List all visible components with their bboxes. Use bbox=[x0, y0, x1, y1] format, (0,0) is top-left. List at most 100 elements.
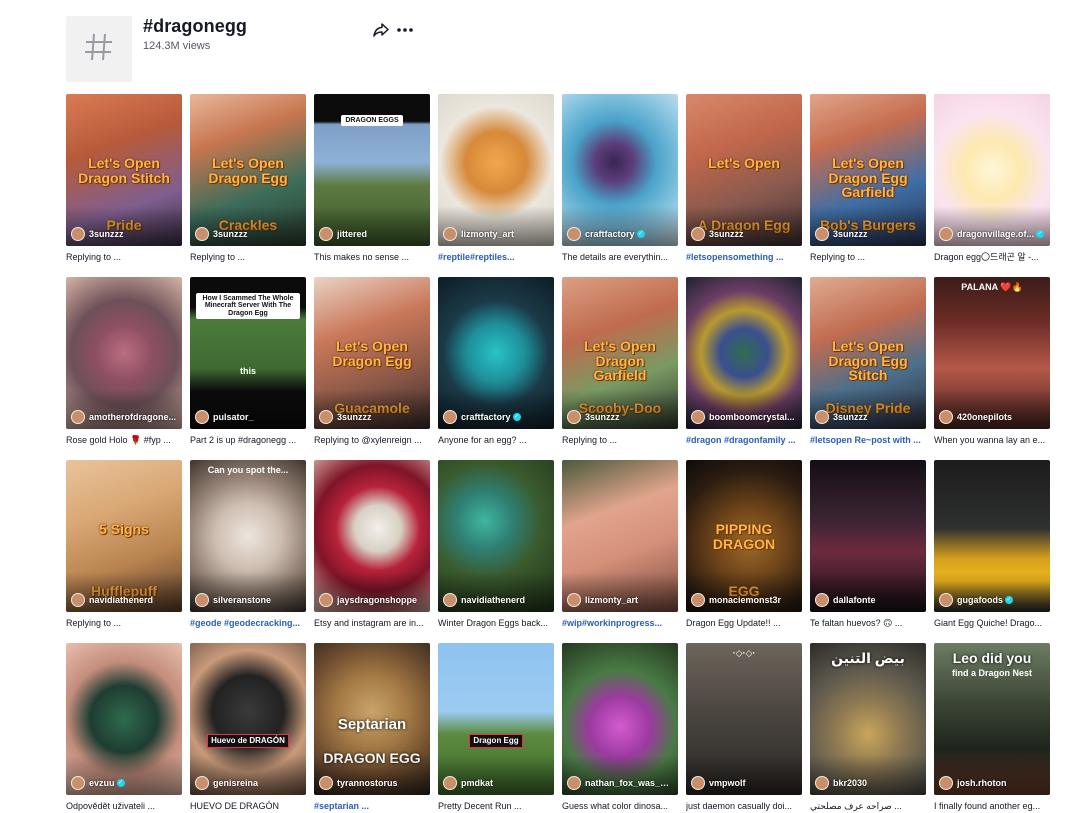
video-caption[interactable]: Te faltan huevos? 🙃 ... bbox=[810, 617, 926, 629]
video-card[interactable]: Can you spot the... silveranstone #geode #… bbox=[190, 460, 306, 629]
video-thumbnail[interactable]: 5 SignsHufflepuffnavidiathenerd bbox=[66, 460, 182, 612]
creator-link[interactable]: boomboomcrystal... bbox=[691, 410, 798, 424]
video-thumbnail[interactable]: navidiathenerd bbox=[438, 460, 554, 612]
creator-link[interactable]: navidiathenerd bbox=[443, 593, 550, 607]
video-caption[interactable]: Replying to ... bbox=[810, 251, 926, 263]
video-card[interactable]: Let's Open Dragon Egg StitchDisney Pride… bbox=[810, 277, 926, 446]
video-thumbnail[interactable]: Leo did you find a Dragon Nest josh.rhoton bbox=[934, 643, 1050, 795]
video-card[interactable]: ·◇·◇· vmpwolf just daemon casually doi... bbox=[686, 643, 802, 812]
video-caption[interactable]: Winter Dragon Eggs back... bbox=[438, 617, 554, 629]
video-thumbnail[interactable]: amotherofdragone... bbox=[66, 277, 182, 429]
video-card[interactable]: Dragon Egg pmdkat Pretty Decent Run ... bbox=[438, 643, 554, 812]
video-caption[interactable]: Dragon egg〇드래곤 알 -... bbox=[934, 251, 1050, 263]
video-thumbnail[interactable]: Let's Open Dragon Egg StitchDisney Pride… bbox=[810, 277, 926, 429]
video-caption[interactable]: Odpovědět uživateli ... bbox=[66, 800, 182, 812]
creator-link[interactable]: craftfactory ✓ bbox=[443, 410, 550, 424]
video-thumbnail[interactable]: Let's Open Dragon Egg GarfieldBob's Burg… bbox=[810, 94, 926, 246]
video-caption[interactable]: #letsopen Re~post with ... bbox=[810, 434, 926, 446]
video-card[interactable]: PIPPING DRAGONEGGmonaciemonst3r Dragon Eg… bbox=[686, 460, 802, 629]
video-card[interactable]: Let's Open Dragon Egg GarfieldBob's Burg… bbox=[810, 94, 926, 263]
creator-link[interactable]: 3sunzzz bbox=[71, 227, 178, 241]
video-caption[interactable]: Replying to ... bbox=[562, 434, 678, 446]
video-caption[interactable]: صراحه عرف مصلحتي ... bbox=[810, 800, 926, 812]
creator-link[interactable]: lizmonty_art bbox=[567, 593, 674, 607]
video-thumbnail[interactable]: Let's Open Dragon EggGuacamole3sunzzz bbox=[314, 277, 430, 429]
creator-link[interactable]: lizmonty_art bbox=[443, 227, 550, 241]
video-card[interactable]: amotherofdragone... Rose gold Holo 🌹 #fyp… bbox=[66, 277, 182, 446]
video-thumbnail[interactable]: dragonvillage.of... ✓ bbox=[934, 94, 1050, 246]
creator-link[interactable]: gugafoods ✓ bbox=[939, 593, 1046, 607]
video-card[interactable]: Let's Open Dragon EggCrackles3sunzzz Repl… bbox=[190, 94, 306, 263]
video-card[interactable]: craftfactory ✓ Anyone for an egg? ... bbox=[438, 277, 554, 446]
video-card[interactable]: lizmonty_art #reptile#reptiles... bbox=[438, 94, 554, 263]
video-thumbnail[interactable]: ·◇·◇· vmpwolf bbox=[686, 643, 802, 795]
video-card[interactable]: Let's OpenA Dragon Egg3sunzzz #letsopenso… bbox=[686, 94, 802, 263]
video-thumbnail[interactable]: Let's Open Dragon EggCrackles3sunzzz bbox=[190, 94, 306, 246]
creator-link[interactable]: vmpwolf bbox=[691, 776, 798, 790]
video-thumbnail[interactable]: boomboomcrystal... bbox=[686, 277, 802, 429]
video-thumbnail[interactable]: PALANA ❤️🔥 420onepilots bbox=[934, 277, 1050, 429]
video-caption[interactable]: Guess what color dinosa... bbox=[562, 800, 678, 812]
video-thumbnail[interactable]: Can you spot the... silveranstone bbox=[190, 460, 306, 612]
video-caption[interactable]: This makes no sense ... bbox=[314, 251, 430, 263]
video-thumbnail[interactable]: SeptarianDRAGON EGGtyrannostorus bbox=[314, 643, 430, 795]
video-caption[interactable]: I finally found another eg... bbox=[934, 800, 1050, 812]
creator-link[interactable]: 3sunzzz bbox=[195, 227, 302, 241]
video-caption[interactable]: HUEVO DE DRAGÓN bbox=[190, 800, 306, 812]
creator-link[interactable]: josh.rhoton bbox=[939, 776, 1046, 790]
video-caption[interactable]: The details are everythin... bbox=[562, 251, 678, 263]
video-thumbnail[interactable]: craftfactory ✓ bbox=[562, 94, 678, 246]
video-card[interactable]: gugafoods ✓ Giant Egg Quiche! Drago... bbox=[934, 460, 1050, 629]
creator-link[interactable]: silveranstone bbox=[195, 593, 302, 607]
video-caption[interactable]: Anyone for an egg? ... bbox=[438, 434, 554, 446]
video-caption[interactable]: Part 2 is up #dragonegg ... bbox=[190, 434, 306, 446]
video-caption[interactable]: #reptile#reptiles... bbox=[438, 251, 554, 263]
creator-link[interactable]: 3sunzzz bbox=[815, 410, 922, 424]
creator-link[interactable]: 420onepilots bbox=[939, 410, 1046, 424]
creator-link[interactable]: pulsator_ bbox=[195, 410, 302, 424]
video-card[interactable]: Leo did you find a Dragon Nest josh.rhoton… bbox=[934, 643, 1050, 812]
creator-link[interactable]: dallafonte bbox=[815, 593, 922, 607]
video-caption[interactable]: #septarian ... bbox=[314, 800, 430, 812]
video-caption[interactable]: #wip#workinprogress... bbox=[562, 617, 678, 629]
creator-link[interactable]: 3sunzzz bbox=[567, 410, 674, 424]
video-card[interactable]: dragonvillage.of... ✓ Dragon egg〇드래곤 알 -..… bbox=[934, 94, 1050, 263]
video-thumbnail[interactable]: evzuu ✓ bbox=[66, 643, 182, 795]
video-caption[interactable]: When you wanna lay an e... bbox=[934, 434, 1050, 446]
creator-link[interactable]: jaysdragonshoppe bbox=[319, 593, 426, 607]
video-caption[interactable]: #geode #geodecracking... bbox=[190, 617, 306, 629]
creator-link[interactable]: evzuu ✓ bbox=[71, 776, 178, 790]
video-card[interactable]: lizmonty_art #wip#workinprogress... bbox=[562, 460, 678, 629]
video-thumbnail[interactable]: jaysdragonshoppe bbox=[314, 460, 430, 612]
video-card[interactable]: jaysdragonshoppe Etsy and instagram are i… bbox=[314, 460, 430, 629]
video-card[interactable]: Let's Open Dragon EggGuacamole3sunzzz Rep… bbox=[314, 277, 430, 446]
creator-link[interactable]: craftfactory ✓ bbox=[567, 227, 674, 241]
video-thumbnail[interactable]: Huevo de DRAGÓN genisreina bbox=[190, 643, 306, 795]
video-thumbnail[interactable]: Dragon Egg pmdkat bbox=[438, 643, 554, 795]
video-thumbnail[interactable]: Let's OpenA Dragon Egg3sunzzz bbox=[686, 94, 802, 246]
share-button[interactable] bbox=[371, 20, 391, 40]
video-card[interactable]: Let's Open Dragon StitchPride3sunzzz Repl… bbox=[66, 94, 182, 263]
creator-link[interactable]: monaciemonst3r bbox=[691, 593, 798, 607]
video-caption[interactable]: #letsopensomething ... bbox=[686, 251, 802, 263]
video-caption[interactable]: Etsy and instagram are in... bbox=[314, 617, 430, 629]
video-caption[interactable]: Dragon Egg Update!! ... bbox=[686, 617, 802, 629]
video-card[interactable]: How I Scammed The Whole Minecraft Server… bbox=[190, 277, 306, 446]
creator-link[interactable]: pmdkat bbox=[443, 776, 550, 790]
creator-link[interactable]: navidiathenerd bbox=[71, 593, 178, 607]
video-card[interactable]: boomboomcrystal... #dragon #dragonfamily … bbox=[686, 277, 802, 446]
video-card[interactable]: nathan_fox_was_he... Guess what color din… bbox=[562, 643, 678, 812]
video-caption[interactable]: Replying to @xylenreign ... bbox=[314, 434, 430, 446]
creator-link[interactable]: bkr2030 bbox=[815, 776, 922, 790]
video-card[interactable]: Huevo de DRAGÓN genisreina HUEVO DE DRAGÓN bbox=[190, 643, 306, 812]
creator-link[interactable]: jittered bbox=[319, 227, 426, 241]
video-card[interactable]: SeptarianDRAGON EGGtyrannostorus #septari… bbox=[314, 643, 430, 812]
video-caption[interactable]: #dragon #dragonfamily ... bbox=[686, 434, 802, 446]
video-thumbnail[interactable]: بيض التنين bkr2030 bbox=[810, 643, 926, 795]
creator-link[interactable]: genisreina bbox=[195, 776, 302, 790]
video-card[interactable]: DRAGON EGGS jittered This makes no sense .… bbox=[314, 94, 430, 263]
video-caption[interactable]: Giant Egg Quiche! Drago... bbox=[934, 617, 1050, 629]
video-thumbnail[interactable]: craftfactory ✓ bbox=[438, 277, 554, 429]
video-caption[interactable]: Rose gold Holo 🌹 #fyp ... bbox=[66, 434, 182, 446]
video-caption[interactable]: Pretty Decent Run ... bbox=[438, 800, 554, 812]
